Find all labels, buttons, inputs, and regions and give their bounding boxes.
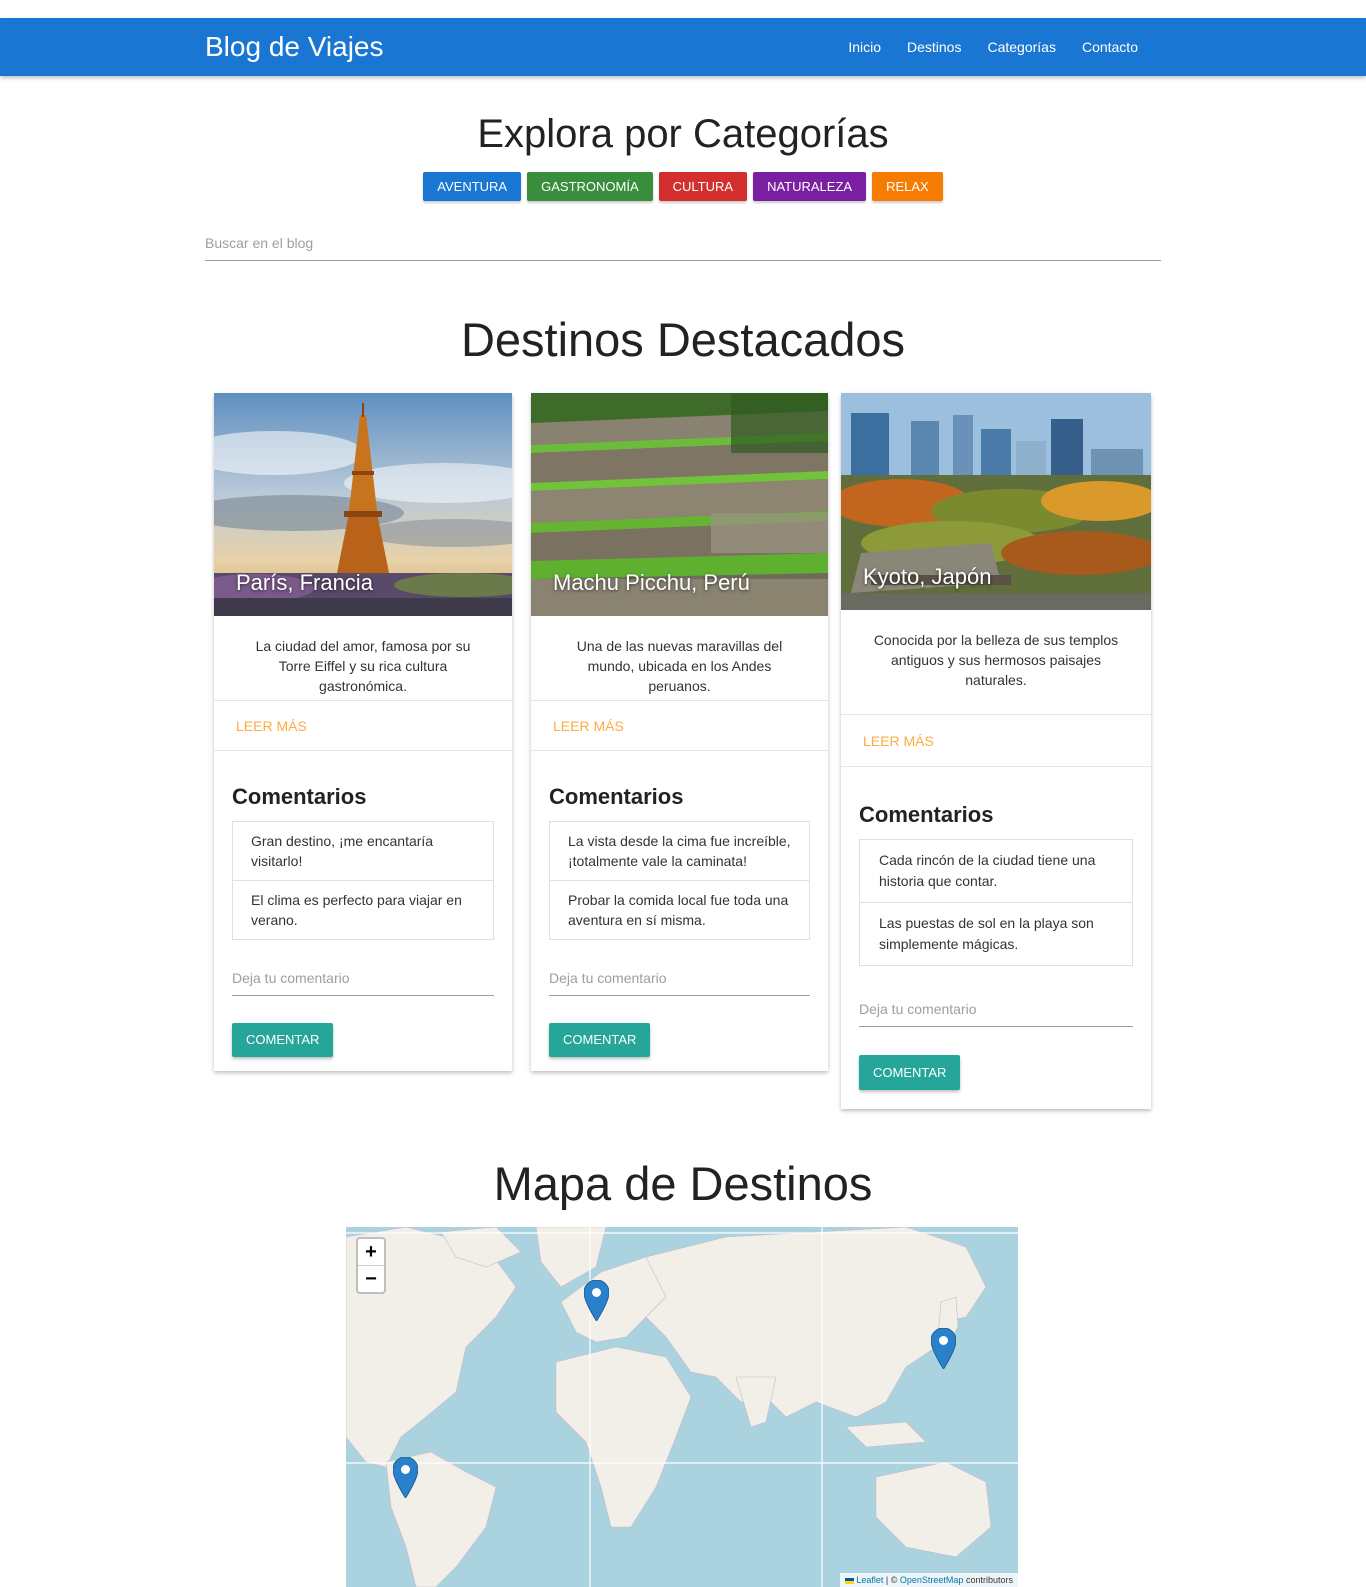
comment-input[interactable] (232, 960, 494, 996)
destination-card-paris: París, Francia La ciudad del amor, famos… (214, 393, 512, 1071)
chip-relax[interactable]: Relax (872, 172, 943, 201)
map-title: Mapa de Destinos (493, 1157, 873, 1210)
comment-list: La vista desde la cima fue increíble, ¡t… (549, 821, 810, 940)
comment-button[interactable]: Comentar (859, 1055, 961, 1090)
comment-input[interactable] (859, 991, 1133, 1027)
comment-item: Gran destino, ¡me encantaría visitarlo! (233, 822, 493, 881)
zoom-control: + − (356, 1237, 386, 1294)
comment-list: Cada rincón de la ciudad tiene una histo… (859, 839, 1133, 966)
map-pin-icon[interactable] (931, 1328, 956, 1369)
category-chips: Aventura Gastronomía Cultura Naturaleza … (0, 172, 1366, 201)
card-image-machu-picchu: Machu Picchu, Perú (531, 393, 828, 616)
chip-gastronomia[interactable]: Gastronomía (527, 172, 653, 201)
map-pin-icon[interactable] (393, 1457, 418, 1498)
read-more-link[interactable]: Leer más (863, 733, 934, 749)
map-attribution: Leaflet | © OpenStreetMap contributors (839, 1573, 1018, 1587)
zoom-in-button[interactable]: + (358, 1239, 384, 1266)
attribution-suffix: contributors (965, 1575, 1013, 1585)
comment-input[interactable] (549, 960, 810, 996)
destinations-map[interactable]: + − Leaflet | © OpenStreetMap contributo… (346, 1227, 1018, 1587)
card-title-paris: París, Francia (236, 570, 373, 595)
comment-item: El clima es perfecto para viajar en vera… (251, 892, 462, 928)
card-description: Una de las nuevas maravillas del mundo, … (531, 616, 828, 701)
comment-item: Las puestas de sol en la playa son simpl… (879, 915, 1094, 952)
leaflet-link[interactable]: Leaflet (856, 1575, 883, 1585)
nav-link-inicio[interactable]: Inicio (835, 18, 894, 76)
read-more-link[interactable]: Leer más (236, 718, 307, 734)
card-title-machu-picchu: Machu Picchu, Perú (553, 570, 750, 595)
chip-naturaleza[interactable]: Naturaleza (753, 172, 867, 201)
brand-logo[interactable]: Blog de Viajes (205, 30, 384, 64)
comment-list: Gran destino, ¡me encantaría visitarlo! … (232, 821, 494, 940)
chip-cultura[interactable]: Cultura (658, 172, 748, 201)
search-input[interactable] (205, 226, 1161, 261)
card-action-area: Leer más (214, 701, 512, 751)
read-more-link[interactable]: Leer más (553, 718, 624, 734)
comments-title: Comentarios (232, 784, 367, 809)
top-navbar: Blog de Viajes Inicio Destinos Categoría… (0, 18, 1366, 76)
chip-aventura[interactable]: Aventura (423, 172, 522, 201)
card-description: La ciudad del amor, famosa por su Torre … (214, 616, 512, 701)
nav-link-destinos[interactable]: Destinos (894, 18, 974, 76)
card-title-kyoto: Kyoto, Japón (863, 564, 992, 589)
nav-link-contacto[interactable]: Contacto (1069, 18, 1151, 76)
map-pin-icon[interactable] (584, 1280, 609, 1321)
nav-links: Inicio Destinos Categorías Contacto (835, 18, 1151, 76)
zoom-out-button[interactable]: − (358, 1266, 384, 1292)
comments-section: Comentarios Cada rincón de la ciudad tie… (841, 767, 1151, 1090)
comments-title: Comentarios (859, 802, 994, 827)
comment-item: Probar la comida local fue toda una aven… (568, 892, 789, 928)
card-image-kyoto: Kyoto, Japón (841, 393, 1151, 610)
card-image-paris: París, Francia (214, 393, 512, 616)
comment-button[interactable]: Comentar (232, 1023, 334, 1057)
comment-item: Cada rincón de la ciudad tiene una histo… (860, 840, 1132, 903)
card-action-area: Leer más (531, 701, 828, 751)
comments-section: Comentarios La vista desde la cima fue i… (531, 751, 828, 1057)
comments-section: Comentarios Gran destino, ¡me encantaría… (214, 751, 512, 1057)
osm-link[interactable]: OpenStreetMap (900, 1575, 964, 1585)
map-tiles (346, 1227, 1018, 1587)
card-description: Conocida por la belleza de sus templos a… (841, 610, 1151, 715)
nav-link-categorias[interactable]: Categorías (974, 18, 1068, 76)
comment-button[interactable]: Comentar (549, 1023, 651, 1057)
attribution-separator: | © (885, 1575, 898, 1585)
featured-title: Destinos Destacados (460, 313, 906, 366)
destination-card-kyoto: Kyoto, Japón Conocida por la belleza de … (841, 393, 1151, 1109)
destination-card-machu-picchu: Machu Picchu, Perú Una de las nuevas mar… (531, 393, 828, 1071)
comments-title: Comentarios (549, 784, 684, 809)
comment-item: La vista desde la cima fue increíble, ¡t… (550, 822, 809, 881)
categories-title: Explora por Categorías (477, 112, 889, 156)
card-action-area: Leer más (841, 715, 1151, 767)
flag-icon (844, 1577, 854, 1584)
